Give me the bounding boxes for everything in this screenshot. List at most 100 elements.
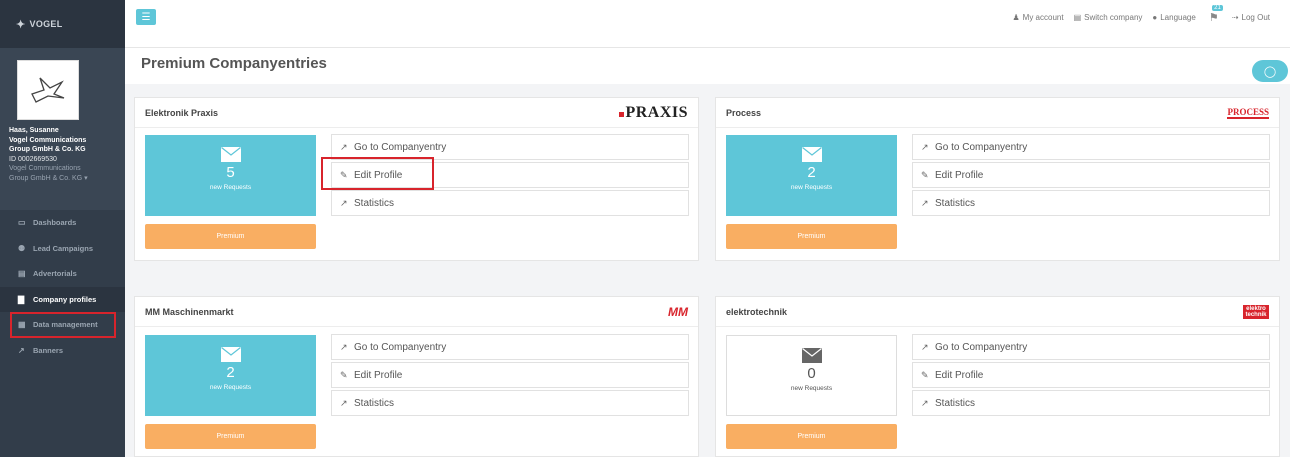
request-count: 5 [226,164,235,181]
request-count: 0 [807,365,816,382]
premium-button[interactable]: Premium [145,224,316,249]
edit-profile-button[interactable]: ✎ Edit Profile [912,162,1270,188]
company-card-process: Process PROCESS 2 new Requests Premium ↗… [715,97,1280,261]
brand-logo-mm: MM [668,304,688,319]
sidebar-item-banners[interactable]: ↗ Banners [0,338,125,364]
statistics-button[interactable]: ↗ Statistics [331,190,689,216]
edit-icon: ✎ [921,369,929,380]
menu-toggle-button[interactable]: ☰ [136,9,156,25]
statistics-button[interactable]: ↗ Statistics [912,190,1270,216]
switch-company-link[interactable]: ▤ Switch company [1074,13,1143,22]
requests-box[interactable]: 2 new Requests [726,135,897,216]
newspaper-icon: ▤ [18,269,26,279]
logout-link[interactable]: ⇢ Log Out [1232,13,1270,22]
company-selector-line1[interactable]: Vogel Communications [9,164,121,174]
stats-label: Statistics [935,397,976,409]
requests-box[interactable]: 2 new Requests [145,335,316,416]
building-icon: ▤ [1073,12,1082,22]
sidebar-item-data-management[interactable]: ▦ Data management [10,312,116,338]
sidebar-item-label: Dashboards [33,218,77,228]
my-account-label: My account [1022,12,1064,22]
sidebar-item-label: Advertorials [33,269,77,279]
language-label: Language [1160,12,1196,22]
go-to-companyentry-button[interactable]: ↗ Go to Companyentry [331,334,689,360]
edit-icon: ✎ [340,369,348,380]
sidebar: ✦ VOGEL Haas, Susanne Vogel Communicatio… [0,0,125,457]
line-chart-icon: ↗ [340,197,348,208]
go-to-companyentry-button[interactable]: ↗ Go to Companyentry [912,334,1270,360]
globe-icon: ● [1152,12,1158,22]
request-label: new Requests [209,384,252,391]
sidebar-item-label: Company profiles [33,294,97,304]
brand-logo[interactable]: ✦ VOGEL [0,0,125,48]
logout-icon: ⇢ [1231,12,1239,22]
edit-label: Edit Profile [935,169,984,181]
edit-label: Edit Profile [935,369,984,381]
stats-label: Statistics [935,197,976,209]
requests-box[interactable]: 0 new Requests [726,335,897,416]
my-account-link[interactable]: ♟ My account [1013,13,1064,22]
sidebar-item-lead-campaigns[interactable]: ⚉ Lead Campaigns [0,236,125,262]
vogel-bird-icon: ✦ [16,18,26,31]
edit-profile-button[interactable]: ✎ Edit Profile [331,362,689,388]
card-title: elektrotechnik [726,306,788,317]
go-label: Go to Companyentry [935,141,1028,153]
line-chart-icon: ↗ [340,397,348,408]
go-label: Go to Companyentry [354,341,447,353]
bell-icon: ⚑ [1208,11,1219,24]
sidebar-item-label: Lead Campaigns [33,243,94,253]
chat-icon: ◯ [1263,65,1277,78]
company-selector-line2[interactable]: Group GmbH & Co. KG ▾ [9,174,121,184]
notifications-button[interactable]: ⚑ 21 [1206,5,1223,25]
sidebar-item-advertorials[interactable]: ▤ Advertorials [0,261,125,287]
notification-badge: 21 [1212,5,1223,11]
card-title: Process [726,107,762,118]
edit-label: Edit Profile [354,369,403,381]
building-icon: ▇ [18,294,25,304]
sidebar-nav: ▭ Dashboards ⚉ Lead Campaigns ▤ Advertor… [0,210,125,363]
language-link[interactable]: ● Language [1152,13,1195,22]
go-to-companyentry-button[interactable]: ↗ Go to Companyentry [912,134,1270,160]
requests-box[interactable]: 5 new Requests [145,135,316,216]
envelope-icon [726,147,897,162]
user-id: ID 0002669530 [9,155,57,163]
premium-button[interactable]: Premium [726,424,897,449]
sidebar-item-label: Banners [33,345,64,355]
premium-button[interactable]: Premium [726,224,897,249]
external-link-icon: ↗ [340,141,348,152]
avatar[interactable] [17,60,79,120]
users-icon: ⚉ [18,243,26,253]
user-company-line1: Vogel Communications [9,136,87,144]
company-card-mm-maschinenmarkt: MM Maschinenmarkt MM 2 new Requests Prem… [134,296,699,457]
bird-logo-icon [31,77,65,103]
envelope-icon [145,347,316,362]
statistics-button[interactable]: ↗ Statistics [331,390,689,416]
sidebar-item-company-profiles[interactable]: ▇ Company profiles [0,286,125,312]
edit-profile-button[interactable]: ✎ Edit Profile [912,362,1270,388]
statistics-button[interactable]: ↗ Statistics [912,390,1270,416]
user-company-line2: Group GmbH & Co. KG [9,146,86,153]
user-icon: ♟ [1012,12,1020,22]
stats-label: Statistics [354,397,395,409]
sidebar-item-dashboards[interactable]: ▭ Dashboards [0,210,125,236]
user-info: Haas, Susanne Vogel Communications Group… [9,126,121,183]
request-count: 2 [226,364,235,381]
brand-logo-elektrotechnik: elektro technik [1243,304,1269,319]
user-name: Haas, Susanne [9,127,59,134]
request-label: new Requests [790,385,833,392]
logout-label: Log Out [1241,12,1270,22]
stats-label: Statistics [354,197,395,209]
page-title: Premium Companyentries [141,55,327,72]
external-link-icon: ↗ [921,341,929,352]
brand-logo-text: VOGEL [29,19,63,29]
request-label: new Requests [209,184,252,191]
premium-button[interactable]: Premium [145,424,316,449]
go-label: Go to Companyentry [935,341,1028,353]
card-title: Elektronik Praxis [145,107,219,118]
monitor-icon: ▭ [18,218,26,228]
brand-logo-process: PROCESS [1227,106,1269,119]
envelope-icon [145,147,316,162]
external-link-icon: ↗ [921,141,929,152]
request-count: 2 [807,164,816,181]
chat-button[interactable]: ◯ [1252,60,1288,82]
